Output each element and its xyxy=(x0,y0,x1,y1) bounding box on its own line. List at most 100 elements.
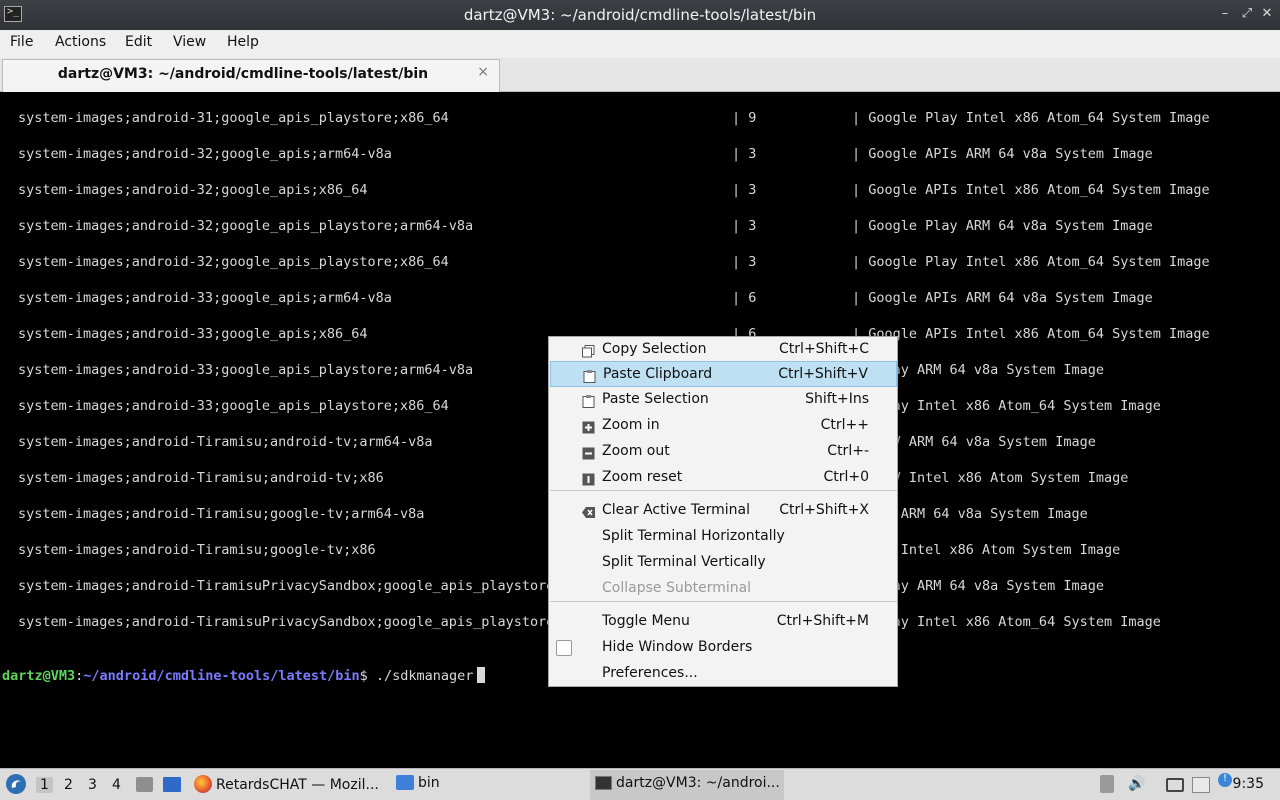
menu-separator xyxy=(550,490,897,491)
menu-item-label: Clear Active Terminal xyxy=(602,502,750,518)
workspace-2[interactable]: 2 xyxy=(64,777,73,793)
menu-item-toggle-menu[interactable]: Toggle Menu Ctrl+Shift+M xyxy=(550,609,897,635)
menu-item-label: Preferences... xyxy=(602,665,698,681)
package-path: system-images;android-33;google_apis_pla… xyxy=(18,362,474,378)
menu-item-hide-window-borders[interactable]: Hide Window Borders xyxy=(550,635,897,661)
show-desktop-icon[interactable] xyxy=(136,777,153,792)
close-window-button[interactable]: ✕ xyxy=(1260,6,1274,22)
package-version: | 3 xyxy=(732,254,757,270)
menu-view[interactable]: View xyxy=(173,34,206,50)
menu-item-shortcut: Ctrl+Shift+M xyxy=(776,613,869,629)
package-path: system-images;android-TiramisuPrivacySan… xyxy=(18,578,555,594)
package-description: | Google Play Intel x86 Atom_64 System I… xyxy=(852,254,1210,270)
hide-borders-checkbox[interactable] xyxy=(556,640,572,656)
package-path: system-images;android-32;google_apis;arm… xyxy=(18,146,392,162)
tab-label: dartz@VM3: ~/android/cmdline-tools/lates… xyxy=(57,66,429,82)
zoom-in-icon xyxy=(582,419,595,434)
terminal-icon xyxy=(595,776,612,790)
menu-item-clear-active-terminal[interactable]: Clear Active Terminal Ctrl+Shift+X xyxy=(550,498,897,524)
package-description: le Play Intel x86 Atom_64 System Image xyxy=(852,398,1161,414)
menu-item-shortcut: Ctrl+Shift+X xyxy=(779,502,869,518)
menu-item-zoom-reset[interactable]: Zoom reset Ctrl+0 xyxy=(550,465,897,491)
package-path: system-images;android-Tiramisu;android-t… xyxy=(18,470,384,486)
menu-item-paste-clipboard[interactable]: Paste Clipboard Ctrl+Shift+V xyxy=(550,361,897,387)
package-path: system-images;android-33;google_apis;x86… xyxy=(18,326,368,342)
terminal-tab[interactable]: dartz@VM3: ~/android/cmdline-tools/lates… xyxy=(2,59,500,92)
copy-icon xyxy=(582,343,595,358)
menu-item-shortcut: Ctrl++ xyxy=(820,417,869,433)
menu-item-label: Collapse Subterminal xyxy=(602,580,752,596)
package-version: | 9 xyxy=(732,110,757,126)
clock[interactable]: 9:35 xyxy=(1233,776,1264,792)
taskbar-task-terminal[interactable]: dartz@VM3: ~/androi... xyxy=(590,770,784,800)
workspace-4[interactable]: 4 xyxy=(112,777,121,793)
menu-item-shortcut: Ctrl+Shift+V xyxy=(778,366,868,382)
menu-item-shortcut: Ctrl+0 xyxy=(823,469,869,485)
context-menu: Copy Selection Ctrl+Shift+C Paste Clipboar… xyxy=(548,336,898,687)
taskbar-task-firefox[interactable]: RetardsCHAT — Mozil... xyxy=(194,775,379,793)
file-manager-launcher-icon[interactable] xyxy=(163,777,181,792)
menu-item-split-terminal-vertically[interactable]: Split Terminal Vertically xyxy=(550,550,897,576)
typed-command: ./sdkmanager xyxy=(375,668,474,684)
taskbar-task-files[interactable]: bin xyxy=(396,775,440,791)
taskbar: 1 2 3 4 RetardsCHAT — Mozil... bin dartz… xyxy=(0,768,1280,800)
package-description: | Google Play ARM 64 v8a System Image xyxy=(852,218,1153,234)
package-path: system-images;android-32;google_apis_pla… xyxy=(18,218,474,234)
package-version: | 3 xyxy=(732,218,757,234)
menu-file[interactable]: File xyxy=(10,34,33,50)
battery-icon[interactable] xyxy=(1100,775,1114,793)
menu-item-label: Hide Window Borders xyxy=(602,639,753,655)
menu-item-label: Split Terminal Horizontally xyxy=(602,528,785,544)
package-description: | Google Play Intel x86 Atom_64 System I… xyxy=(852,110,1210,126)
menu-item-split-terminal-horizontally[interactable]: Split Terminal Horizontally xyxy=(550,524,897,550)
menu-item-shortcut: Ctrl+- xyxy=(827,443,869,459)
maximize-button[interactable]: ⤢ xyxy=(1240,6,1254,22)
menu-item-paste-selection[interactable]: Paste Selection Shift+Ins xyxy=(550,387,897,413)
menu-item-shortcut: Shift+Ins xyxy=(805,391,869,407)
folder-icon xyxy=(396,775,414,790)
menu-item-copy-selection[interactable]: Copy Selection Ctrl+Shift+C xyxy=(550,337,897,363)
package-path: system-images;android-31;google_apis_pla… xyxy=(18,110,449,126)
package-version: | 6 xyxy=(732,290,757,306)
package-path: system-images;android-Tiramisu;google-tv… xyxy=(18,506,425,522)
prompt-user-host: dartz@VM3 xyxy=(2,668,76,684)
clipboard-icon[interactable] xyxy=(1192,777,1210,793)
menu-help[interactable]: Help xyxy=(227,34,259,50)
package-path: system-images;android-TiramisuPrivacySan… xyxy=(18,614,555,630)
start-menu-icon[interactable] xyxy=(6,774,26,794)
menu-item-label: Split Terminal Vertically xyxy=(602,554,766,570)
tab-close-icon[interactable]: × xyxy=(477,64,489,80)
menu-item-zoom-in[interactable]: Zoom in Ctrl++ xyxy=(550,413,897,439)
menu-item-collapse-subterminal: Collapse Subterminal xyxy=(550,576,897,602)
menu-item-label: Zoom reset xyxy=(602,469,683,485)
workspace-1[interactable]: 1 xyxy=(36,777,53,793)
menu-edit[interactable]: Edit xyxy=(125,34,152,50)
minimize-button[interactable]: – xyxy=(1218,6,1232,22)
package-path: system-images;android-33;google_apis;arm… xyxy=(18,290,392,306)
paste-icon xyxy=(583,368,596,383)
volume-icon[interactable]: 🔊 xyxy=(1128,776,1145,792)
menu-item-label: Copy Selection xyxy=(602,341,707,357)
menu-item-shortcut: Ctrl+Shift+C xyxy=(779,341,869,357)
menu-item-label: Paste Selection xyxy=(602,391,709,407)
menu-actions[interactable]: Actions xyxy=(55,34,106,50)
package-description: le Play Intel x86 Atom_64 System Image xyxy=(852,614,1161,630)
menu-item-zoom-out[interactable]: Zoom out Ctrl+- xyxy=(550,439,897,465)
window-title: dartz@VM3: ~/android/cmdline-tools/lates… xyxy=(463,6,817,24)
firefox-icon xyxy=(194,775,212,793)
window-titlebar: >_ dartz@VM3: ~/android/cmdline-tools/la… xyxy=(0,0,1280,30)
menu-separator xyxy=(550,601,897,602)
prompt-path: ~/android/cmdline-tools/latest/bin xyxy=(83,668,360,684)
menu-bar: File Actions Edit View Help xyxy=(0,30,1280,58)
menu-item-label: Toggle Menu xyxy=(602,613,690,629)
notification-icon[interactable]: ! xyxy=(1218,773,1232,787)
menu-item-preferences[interactable]: Preferences... xyxy=(550,661,897,687)
zoom-out-icon xyxy=(582,445,595,460)
workspace-3[interactable]: 3 xyxy=(88,777,97,793)
package-version: | 3 xyxy=(732,182,757,198)
network-icon[interactable] xyxy=(1166,778,1184,792)
package-description: | Google APIs ARM 64 v8a System Image xyxy=(852,146,1153,162)
paste-icon xyxy=(582,393,595,408)
menu-item-label: Zoom out xyxy=(602,443,670,459)
package-path: system-images;android-Tiramisu;android-t… xyxy=(18,434,433,450)
